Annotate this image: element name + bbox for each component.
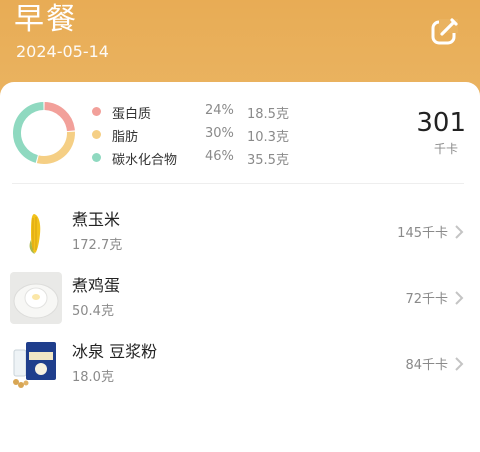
donut-segment-carbs [13,102,44,163]
chevron-right-icon [455,291,464,305]
nutrition-card: 蛋白质 24% 18.5克 脂肪 30% 10.3克 碳水化合物 46% 35.… [0,82,480,452]
donut-segment-fat [36,131,75,164]
macro-percent: 46% [205,149,234,164]
macro-grams: 35.5克 [247,153,289,168]
meal-title: 早餐 [14,2,78,37]
food-weight: 18.0克 [72,370,114,385]
food-name: 煮鸡蛋 [72,276,121,295]
food-name: 煮玉米 [72,210,121,229]
food-weight: 172.7克 [72,238,123,253]
protein-color-dot [92,107,101,116]
meal-date: 2024-05-14 [16,42,109,61]
macro-row-protein: 蛋白质 24% 18.5克 [92,101,312,124]
total-kcal-unit: 千卡 [433,142,458,156]
food-kcal: 145千卡 [397,226,448,241]
food-item-egg[interactable]: 煮鸡蛋 50.4克 72千卡 [0,268,480,328]
macro-row-carbs: 碳水化合物 46% 35.5克 [92,147,312,170]
fat-color-dot [92,130,101,139]
food-kcal: 72千卡 [405,292,448,307]
boiled-egg-image [10,272,62,324]
divider [12,183,464,184]
food-kcal: 84千卡 [405,358,448,373]
donut-segment-protein [44,102,75,132]
macro-legend: 蛋白质 24% 18.5克 脂肪 30% 10.3克 碳水化合物 46% 35.… [92,101,312,170]
chevron-right-icon [455,357,464,371]
total-kcal: 301 [416,108,466,138]
macro-percent: 24% [205,103,234,118]
edit-button[interactable] [430,16,460,46]
food-weight: 50.4克 [72,304,114,319]
soy-milk-powder-image [10,338,62,390]
edit-icon [431,18,458,45]
carbs-color-dot [92,153,101,162]
macro-name: 脂肪 [112,130,139,145]
macro-name: 蛋白质 [112,107,152,122]
food-name: 冰泉 豆浆粉 [72,342,158,361]
corn-image [29,214,41,254]
macro-row-fat: 脂肪 30% 10.3克 [92,124,312,147]
food-item-soy-milk-powder[interactable]: 冰泉 豆浆粉 18.0克 84千卡 [0,334,480,394]
chevron-right-icon [455,225,464,239]
macro-grams: 18.5克 [247,107,289,122]
food-item-corn[interactable]: 煮玉米 172.7克 145千卡 [0,202,480,262]
macro-donut-chart [13,102,75,164]
macro-grams: 10.3克 [247,130,289,145]
macro-name: 碳水化合物 [112,153,178,168]
macro-percent: 30% [205,126,234,141]
